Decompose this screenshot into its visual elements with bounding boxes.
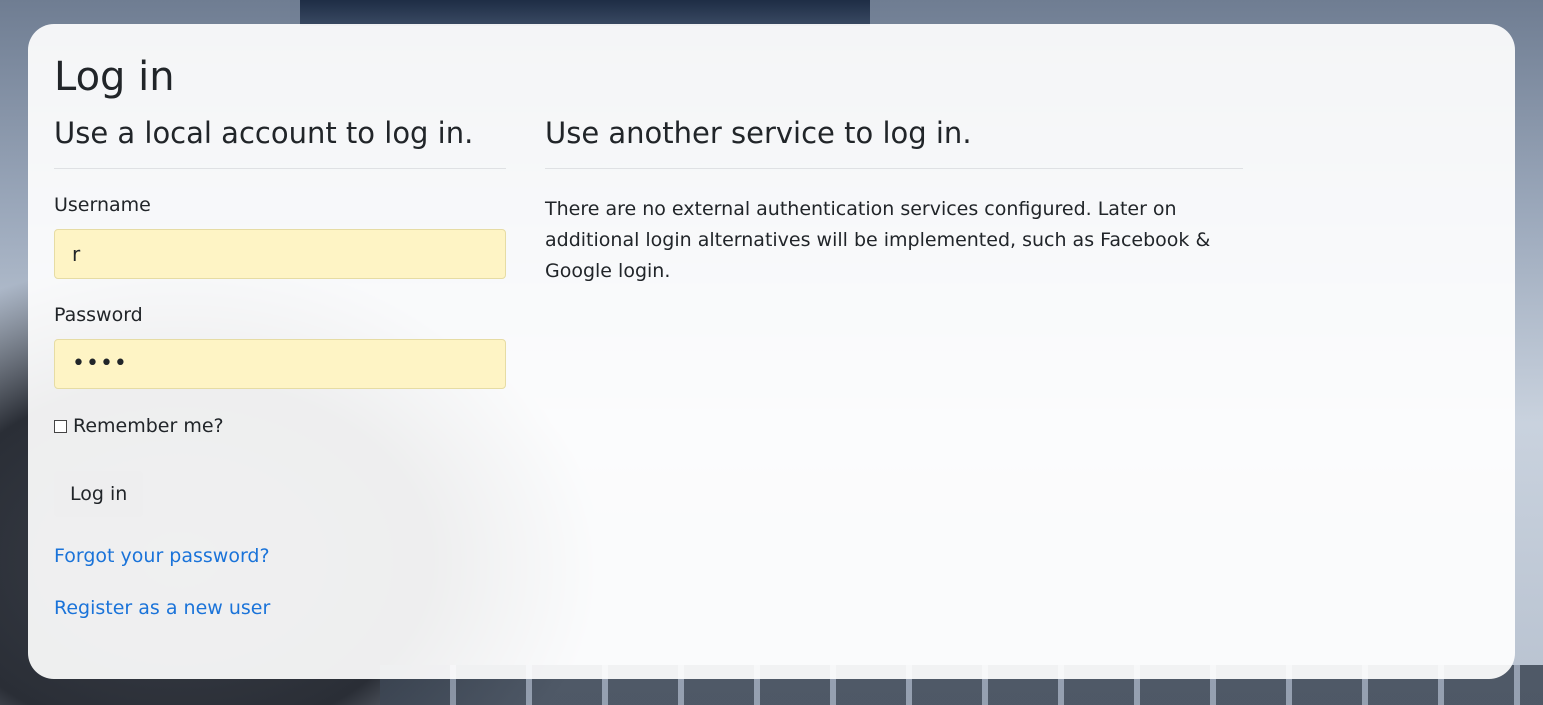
login-button[interactable]: Log in xyxy=(54,470,144,517)
background-card-edge xyxy=(300,0,870,26)
username-label: Username xyxy=(54,193,151,216)
page-title: Log in xyxy=(54,54,175,100)
external-login-heading: Use another service to log in. xyxy=(545,116,1243,169)
remember-me-label: Remember me? xyxy=(73,414,224,437)
login-panel: Log in Use a local account to log in. Us… xyxy=(28,24,1515,679)
external-login-section: Use another service to log in. There are… xyxy=(545,116,1243,287)
forgot-password-link[interactable]: Forgot your password? xyxy=(54,545,506,567)
remember-me-checkbox[interactable] xyxy=(54,420,67,434)
local-login-section: Use a local account to log in. Username … xyxy=(54,116,506,619)
remember-me-row[interactable]: Remember me? xyxy=(54,415,506,437)
password-input[interactable] xyxy=(54,338,506,389)
local-login-heading: Use a local account to log in. xyxy=(54,116,506,169)
username-input[interactable] xyxy=(54,228,506,279)
external-login-message: There are no external authentication ser… xyxy=(545,197,1211,282)
password-label: Password xyxy=(54,303,143,326)
register-link[interactable]: Register as a new user xyxy=(54,597,506,619)
